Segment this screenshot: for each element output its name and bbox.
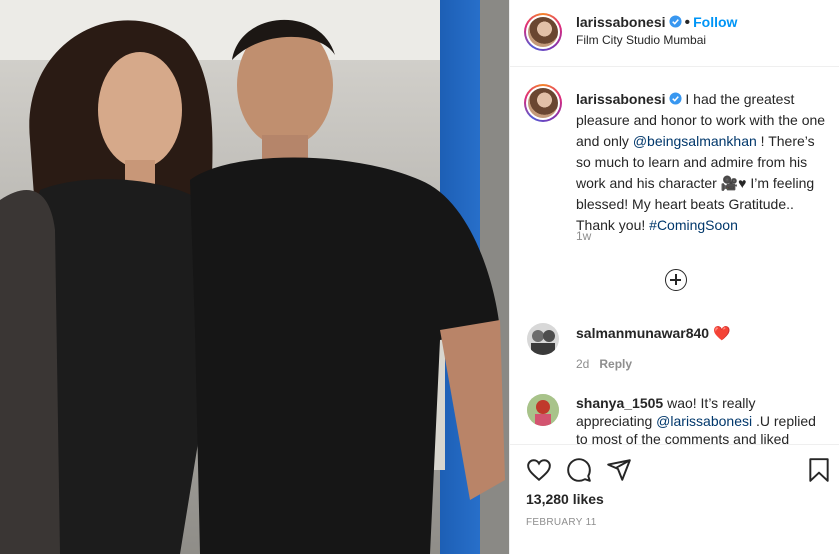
- commenter-avatar[interactable]: [527, 323, 559, 355]
- comment-icon[interactable]: [566, 457, 592, 483]
- separator-dot: •: [684, 14, 691, 31]
- caption-avatar[interactable]: [524, 84, 562, 122]
- post-location[interactable]: Film City Studio Mumbai: [576, 33, 706, 47]
- comment-mention-link[interactable]: @larissabonesi: [656, 413, 752, 429]
- comment-item: salmanmunawar840 ❤️: [576, 324, 828, 342]
- post-side-panel: larissabonesi • Follow Film City Studio Mu…: [509, 0, 839, 554]
- heart-icon[interactable]: [526, 457, 552, 483]
- header-username-line: larissabonesi • Follow: [576, 14, 737, 32]
- comment-meta: 2d Reply: [576, 357, 632, 371]
- post-image: [0, 0, 509, 554]
- post-caption: larissabonesi I had the greatest pleasur…: [576, 89, 826, 236]
- post-date[interactable]: FEBRUARY 11: [526, 517, 597, 528]
- likes-count[interactable]: 13,280 likes: [526, 491, 604, 507]
- post-actions-bar: 13,280 likes FEBRUARY 11: [510, 444, 839, 554]
- verified-badge-icon: [668, 92, 682, 105]
- caption-timestamp[interactable]: 1w: [576, 229, 591, 243]
- author-username[interactable]: larissabonesi: [576, 14, 666, 30]
- comment-username[interactable]: shanya_1505: [576, 395, 663, 411]
- caption-hashtag-link[interactable]: #ComingSoon: [649, 217, 738, 233]
- caption-username[interactable]: larissabonesi: [576, 91, 666, 107]
- comment-username[interactable]: salmanmunawar840: [576, 325, 709, 341]
- reply-button[interactable]: Reply: [599, 357, 632, 371]
- post-header: larissabonesi • Follow Film City Studio Mu…: [510, 0, 839, 67]
- caption-mention-link[interactable]: @beingsalmankhan: [633, 133, 757, 149]
- commenter-avatar[interactable]: [527, 394, 559, 426]
- verified-badge-icon: [668, 15, 682, 28]
- follow-button[interactable]: Follow: [693, 14, 737, 30]
- comment-timestamp[interactable]: 2d: [576, 357, 589, 371]
- post-photo[interactable]: [0, 0, 509, 554]
- load-more-comments-icon[interactable]: [665, 269, 687, 291]
- bookmark-icon[interactable]: [806, 457, 832, 483]
- share-icon[interactable]: [606, 457, 632, 483]
- comment-item: shanya_1505 wao! It’s really appreciatin…: [576, 394, 828, 444]
- comments-scroll-area[interactable]: larissabonesi I had the greatest pleasur…: [510, 67, 839, 444]
- comment-text: ❤️: [709, 325, 731, 341]
- author-avatar[interactable]: [524, 13, 562, 51]
